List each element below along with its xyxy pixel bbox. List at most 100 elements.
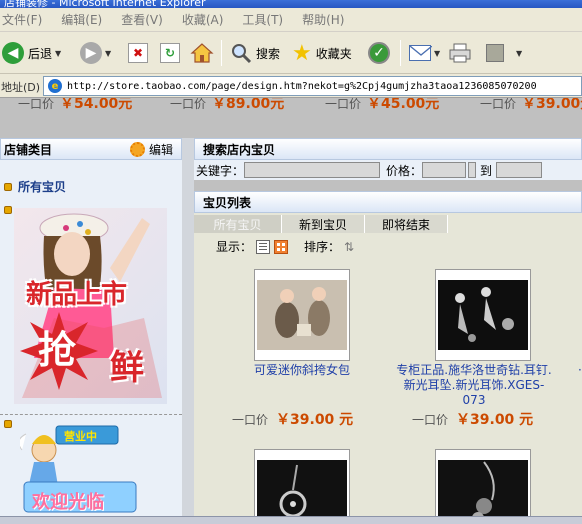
printer-icon [448, 43, 472, 63]
search-icon [230, 42, 252, 64]
favorites-label: 收藏夹 [315, 46, 352, 61]
product-name-link[interactable]: 专柜正品.施华洛世奇钻.耳钉.新光耳坠.新光耳饰.XGES-073 [394, 363, 554, 408]
back-arrow-icon: ◀ [2, 42, 24, 64]
category-panel-title: 店铺类目 [4, 142, 53, 157]
edit-label: 编辑 [148, 142, 173, 157]
list-panel-title: 宝贝列表 [203, 195, 252, 210]
product-thumbnail[interactable] [254, 449, 350, 516]
to-label: 到 [480, 163, 493, 178]
product-image [438, 460, 528, 516]
gear-icon [129, 141, 145, 157]
price-min-spacer [468, 162, 477, 178]
menu-view[interactable]: 查看(V) [121, 11, 163, 28]
price-value: ￥39.00 元 [456, 412, 534, 428]
address-url[interactable]: http://store.taobao.com/page/design.htm?… [67, 81, 537, 92]
sort-icon[interactable]: ⇅ [344, 240, 358, 254]
edit-page-icon [486, 44, 504, 62]
menu-help[interactable]: 帮助(H) [302, 11, 344, 28]
back-button[interactable]: ◀ 后退 ▼ [2, 39, 61, 67]
price-value: ￥39.00 元 [276, 412, 354, 428]
menu-file[interactable]: 文件(F) [2, 11, 42, 28]
edit-page-button[interactable]: ▼ [486, 39, 522, 67]
window-title: 店铺装修 - Microsoft Internet Explorer [4, 0, 206, 8]
product-thumbnail[interactable] [435, 269, 531, 361]
shop-category-panel: 店铺类目 编辑 所有宝贝 新品上市 抢 鲜 营业中 欢迎光临 [0, 138, 182, 516]
chevron-down-icon[interactable]: ▼ [55, 49, 61, 58]
keyword-input[interactable] [244, 162, 381, 178]
sidebar-divider [0, 414, 182, 415]
tab-new-items[interactable]: 新到宝贝 [282, 215, 365, 233]
menu-bar: 文件(F) 编辑(E) 查看(V) 收藏(A) 工具(T) 帮助(H) [0, 8, 582, 32]
banner-headline: 新品上市 [26, 280, 127, 310]
open-sign-text: 营业中 [64, 430, 97, 443]
sort-label: 排序： [304, 240, 341, 254]
grid-view-icon[interactable] [274, 239, 289, 254]
bullet-icon [4, 182, 12, 191]
ie-page-icon: e [48, 79, 62, 93]
mail-icon [409, 45, 433, 61]
product-image [257, 460, 347, 516]
product-name-link[interactable]: 可爱迷你斜挎女包 [240, 363, 364, 378]
bullet-icon [4, 420, 12, 428]
menu-edit[interactable]: 编辑(E) [61, 11, 102, 28]
menu-favorites[interactable]: 收藏(A) [182, 11, 224, 28]
price-tag: 一口价 ￥54.00元 [18, 98, 133, 111]
price-tag: 一口价￥39.00元 [480, 98, 582, 111]
welcome-text: 欢迎光临 [32, 492, 104, 513]
browser-toolbar: ◀ 后退 ▼ ▶ ▼ ✖ ↻ 搜索 ★ 收藏夹 ✓ ▼ ▼ [0, 32, 582, 74]
history-button[interactable]: ✓ [368, 39, 390, 67]
search-panel-title: 搜索店内宝贝 [203, 142, 276, 157]
menu-tools[interactable]: 工具(T) [242, 11, 283, 28]
product-name-link-clipped[interactable]: · [578, 363, 582, 393]
search-panel-header: 搜索店内宝贝 [194, 138, 582, 160]
category-label[interactable]: 所有宝贝 [18, 178, 66, 195]
previous-price-row: 一口价 ￥54.00元 一口价 ￥89.00元 一口价 ￥45.00元 一口价 ￥39.… [0, 98, 582, 111]
new-arrivals-banner[interactable]: 新品上市 抢 鲜 [14, 208, 167, 404]
product-image [438, 280, 528, 350]
forward-button[interactable]: ▶ ▼ [80, 39, 111, 67]
category-panel-header: 店铺类目 编辑 [0, 138, 182, 160]
display-controls: 显示： 排序： ⇅ [216, 238, 358, 255]
keyword-label: 关键字： [196, 163, 245, 178]
price-min-input[interactable] [422, 162, 467, 178]
store-search-panel: 搜索店内宝贝 关键字： 价格： 到 [194, 138, 582, 180]
chevron-down-icon[interactable]: ▼ [516, 49, 522, 58]
welcome-banner[interactable]: 营业中 欢迎光临 [20, 420, 140, 516]
price-label: 一口价 [412, 413, 449, 427]
stop-button[interactable]: ✖ [128, 39, 148, 67]
status-bar [0, 516, 582, 524]
price-tag: 一口价 ￥45.00元 [325, 98, 440, 111]
product-price: 一口价 ￥39.00 元 [412, 409, 533, 429]
category-all-items[interactable]: 所有宝贝 [4, 178, 66, 195]
banner-fresh-char: 鲜 [110, 348, 144, 388]
banner-starburst: 抢 [20, 312, 98, 390]
address-label: 地址(D) [1, 81, 41, 94]
history-icon: ✓ [368, 42, 390, 64]
product-thumbnail[interactable] [254, 269, 350, 361]
home-icon [190, 42, 214, 64]
list-panel-header: 宝贝列表 [194, 191, 582, 213]
favorites-button[interactable]: ★ 收藏夹 [292, 39, 352, 67]
chevron-down-icon[interactable]: ▼ [434, 49, 440, 58]
search-button[interactable]: 搜索 [230, 39, 280, 67]
chevron-down-icon[interactable]: ▼ [105, 49, 111, 58]
bullet-icon [4, 206, 12, 214]
print-button[interactable] [448, 39, 472, 67]
back-label: 后退 [28, 46, 53, 61]
page-viewport: 一口价 ￥54.00元 一口价 ￥89.00元 一口价 ￥45.00元 一口价 ￥39.… [0, 98, 582, 516]
list-view-icon[interactable] [256, 239, 271, 254]
mail-button[interactable]: ▼ [409, 39, 440, 67]
refresh-button[interactable]: ↻ [160, 39, 180, 67]
toolbar-separator [221, 40, 222, 66]
stop-icon: ✖ [128, 43, 148, 63]
category-edit-button[interactable]: 编辑 [129, 141, 173, 158]
search-form-row: 关键字： 价格： 到 [194, 161, 582, 179]
price-max-input[interactable] [496, 162, 543, 178]
tab-ending-soon[interactable]: 即将结束 [365, 215, 448, 233]
price-label: 一口价 [232, 413, 269, 427]
price-tag: 一口价 ￥89.00元 [170, 98, 285, 111]
product-thumbnail[interactable] [435, 449, 531, 516]
home-button[interactable] [190, 39, 214, 67]
tab-all-items[interactable]: 所有宝贝 [194, 215, 282, 233]
address-input[interactable]: e http://store.taobao.com/page/design.ht… [43, 76, 582, 96]
